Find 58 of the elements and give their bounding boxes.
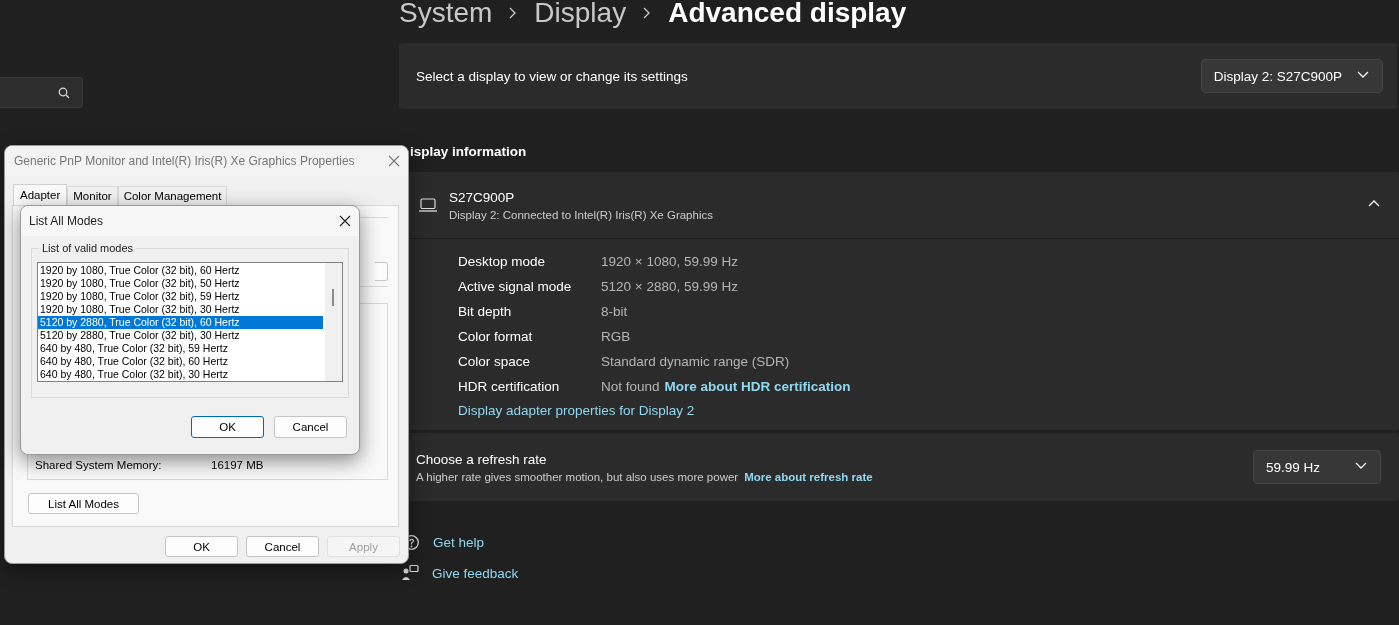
refresh-rate-link[interactable]: More about refresh rate: [744, 470, 873, 483]
display-select-label: Select a display to view or change its settings: [416, 68, 688, 84]
info-label: Bit depth: [458, 304, 513, 319]
breadcrumb-item[interactable]: Display: [534, 0, 627, 29]
display-subtitle: Display 2: Connected to Intel(R) Iris(R) Xe Graphics: [449, 208, 714, 221]
dialog-button[interactable]: Cancel: [274, 416, 347, 438]
section-heading: isplay information: [410, 144, 527, 159]
list-all-modes-button[interactable]: List All Modes: [28, 493, 139, 514]
info-value: 5120 × 2880, 59.99 Hz: [601, 279, 738, 294]
refresh-rate-title: Choose a refresh rate: [416, 451, 548, 467]
dialog-button[interactable]: OK: [165, 536, 238, 557]
feedback-icon: [401, 564, 419, 582]
info-label: Active signal mode: [458, 279, 573, 294]
info-value: RGB: [601, 329, 631, 344]
search-field[interactable]: [0, 77, 83, 108]
tab[interactable]: Adapter: [13, 184, 68, 205]
info-value: 1920 × 1080, 59.99 Hz: [601, 254, 738, 269]
close-icon[interactable]: [339, 215, 351, 227]
tab[interactable]: Monitor: [67, 186, 118, 205]
display-dropdown[interactable]: Display 2: S27C900P: [1200, 59, 1383, 93]
display-name: S27C900P: [449, 189, 516, 205]
mode-item[interactable]: 640 by 480, True Color (32 bit), 30 Hertz: [38, 368, 325, 381]
dialog-button[interactable]: OK: [191, 416, 264, 438]
dropdown-value: Display 2: S27C900P: [1213, 68, 1342, 84]
memory-label: Shared System Memory:: [35, 459, 163, 471]
info-value: 8-bit: [601, 304, 628, 319]
adapter-properties-link[interactable]: Display adapter properties for Display 2: [458, 403, 695, 418]
refresh-rate-description: A higher rate gives smoother motion, but also uses more power: [416, 470, 739, 483]
dropdown-value: 59.99 Hz: [1266, 459, 1321, 475]
info-label: Color space: [458, 354, 532, 369]
mode-item[interactable]: 1920 by 1080, True Color (32 bit), 30 Hertz: [38, 303, 325, 316]
dialog-button[interactable]: Cancel: [246, 536, 319, 557]
refresh-rate-dropdown[interactable]: 59.99 Hz: [1253, 450, 1381, 484]
tab[interactable]: Color Management: [117, 186, 228, 205]
info-value: Not found: [601, 379, 660, 394]
dialog-title: Generic PnP Monitor and Intel(R) Iris(R) Xe Graphics Properties: [14, 154, 355, 168]
breadcrumb-item: Advanced display: [668, 0, 907, 29]
feedback-link[interactable]: Give feedback: [432, 565, 519, 581]
memory-value: 16197 MB: [211, 459, 264, 471]
info-label: Desktop mode: [458, 254, 547, 269]
scrollbar[interactable]: [325, 263, 342, 381]
breadcrumb-item[interactable]: System: [399, 0, 493, 29]
dialog-title: List All Modes: [29, 214, 104, 228]
mode-item[interactable]: 640 by 480, True Color (32 bit), 59 Hertz: [38, 342, 325, 355]
mode-item[interactable]: 640 by 480, True Color (32 bit), 60 Hertz: [38, 355, 325, 368]
info-label: HDR certification: [458, 379, 561, 394]
info-value: Standard dynamic range (SDR): [601, 354, 790, 369]
mode-item[interactable]: 1920 by 1080, True Color (32 bit), 50 Hertz: [38, 277, 325, 290]
laptop-icon: [418, 197, 438, 213]
mode-item[interactable]: 1920 by 1080, True Color (32 bit), 60 Hertz: [38, 264, 325, 277]
mode-item[interactable]: 5120 by 2880, True Color (32 bit), 60 Hertz: [38, 316, 323, 329]
info-label: Color format: [458, 329, 534, 344]
mode-item[interactable]: 1920 by 1080, True Color (32 bit), 59 Hertz: [38, 290, 325, 303]
group-label: List of valid modes: [39, 242, 137, 254]
mode-item[interactable]: 5120 by 2880, True Color (32 bit), 30 Hertz: [38, 329, 325, 342]
get-help-link[interactable]: Get help: [433, 535, 485, 550]
hdr-link[interactable]: More about HDR certification: [664, 379, 851, 394]
search-icon: [58, 86, 70, 99]
